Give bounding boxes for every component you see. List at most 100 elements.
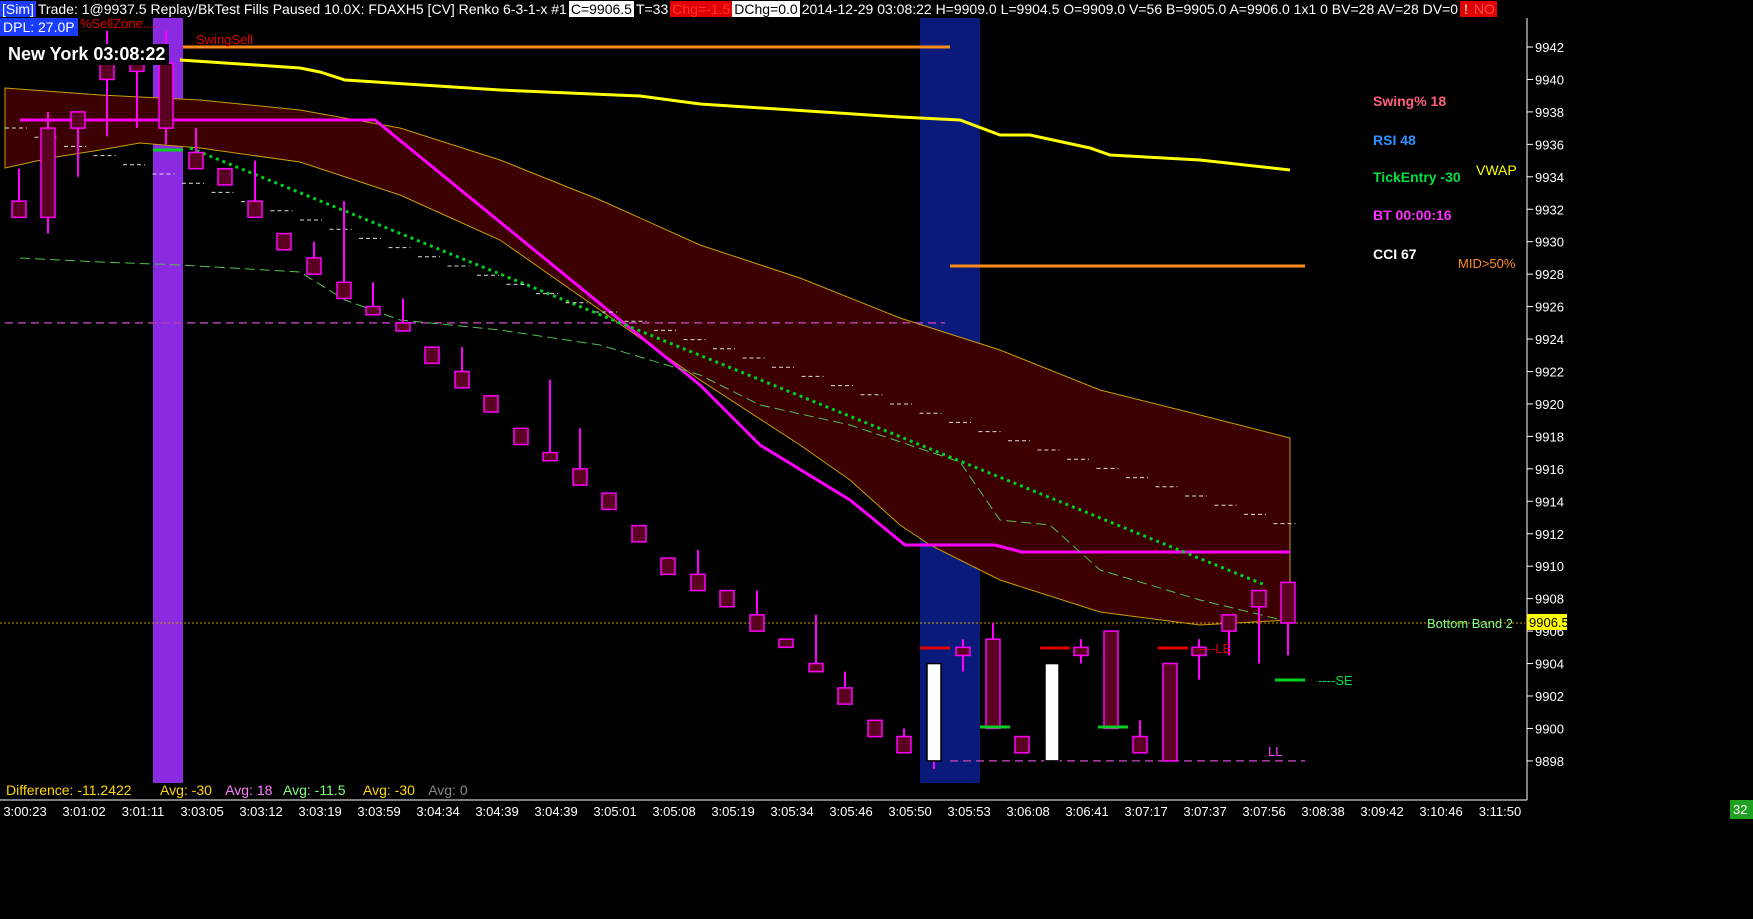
candle-body[interactable]	[1162, 662, 1178, 762]
candle-body[interactable]	[690, 573, 706, 592]
time-tick-label: 3:05:01	[593, 804, 636, 819]
bt-label: BT 00:00:16	[1373, 207, 1452, 223]
candle-body[interactable]	[276, 232, 292, 251]
bottom-stat-4: Avg: -30	[363, 782, 415, 798]
candle-body[interactable]	[11, 200, 27, 219]
candle-body[interactable]	[336, 281, 352, 300]
time-tick-label: 3:00:23	[3, 804, 46, 819]
candle-body[interactable]	[719, 589, 735, 608]
candle-body[interactable]	[395, 322, 411, 332]
price-tick-label: 9930	[1535, 235, 1564, 250]
candle-body[interactable]	[365, 305, 381, 316]
candle-body[interactable]	[188, 151, 204, 170]
alert-flag-right[interactable]: NO	[1471, 1, 1497, 17]
candle-body[interactable]	[217, 167, 233, 186]
price-tick-label: 9940	[1535, 72, 1564, 87]
price-tick-label: 9920	[1535, 397, 1564, 412]
mid-label: MID>50%	[1458, 256, 1516, 271]
dchange-badge: DChg=0.0	[732, 1, 800, 17]
time-tick-label: 3:07:17	[1124, 804, 1167, 819]
time-tick-label: 3:06:41	[1065, 804, 1108, 819]
price-tick-label: 9898	[1535, 754, 1564, 769]
bottom-stat-3: Avg: -11.5	[283, 782, 346, 798]
candle-body[interactable]	[837, 687, 853, 705]
candle-body[interactable]	[778, 638, 794, 649]
time-tick-label: 3:03:59	[357, 804, 400, 819]
price-tick-label: 9942	[1535, 40, 1564, 55]
change-badge: Chg=-1.5	[670, 1, 733, 17]
candle-body[interactable]	[1073, 646, 1089, 657]
bar-info: 2014-12-29 03:08:22 H=9909.0 L=9904.5 O=…	[801, 1, 1459, 17]
candle-body[interactable]	[926, 662, 942, 762]
candle-body[interactable]	[867, 719, 883, 738]
price-tick-label: 9900	[1535, 721, 1564, 736]
candle-body[interactable]	[1221, 614, 1237, 632]
candle-body[interactable]	[247, 200, 263, 219]
time-tick-label: 3:08:38	[1301, 804, 1344, 819]
candle-body[interactable]	[660, 557, 676, 576]
time-tick-label: 3:03:12	[239, 804, 282, 819]
time-tick-label: 3:05:46	[829, 804, 872, 819]
candle-body[interactable]	[70, 111, 86, 129]
sim-badge[interactable]: [Sim]	[0, 1, 36, 17]
time-tick-label: 3:05:53	[947, 804, 990, 819]
candle-body[interactable]	[1044, 662, 1060, 762]
bottom-stat-2: Avg: 18	[225, 782, 272, 798]
candle-body[interactable]	[955, 646, 971, 657]
candle-body[interactable]	[99, 62, 115, 81]
price-tick-label: 9902	[1535, 689, 1564, 704]
time-tick-label: 3:06:08	[1006, 804, 1049, 819]
close-badge: C=9906.5	[568, 1, 634, 17]
corner-badge-label: 32	[1733, 802, 1747, 817]
price-tick-label: 9908	[1535, 592, 1564, 607]
price-chart[interactable]: 9898990099029904990699089910991299149916…	[0, 0, 1753, 919]
candle-body[interactable]	[483, 395, 499, 413]
price-tick-label: 9918	[1535, 429, 1564, 444]
swing-sell-label: SwingSell	[196, 32, 253, 47]
price-tick-label: 9936	[1535, 137, 1564, 152]
time-tick-label: 3:10:46	[1419, 804, 1462, 819]
time-tick-label: 3:03:05	[180, 804, 223, 819]
candle-body[interactable]	[985, 638, 1001, 730]
time-tick-label: 3:04:34	[416, 804, 459, 819]
candle-body[interactable]	[542, 451, 558, 462]
candle-body[interactable]	[631, 524, 647, 543]
candle-body[interactable]	[424, 346, 440, 365]
candle-body[interactable]	[40, 127, 56, 219]
candle-body[interactable]	[454, 370, 470, 389]
header-bar: [Sim] Trade: 1@9937.5 Replay/BkTest Fills …	[0, 0, 1753, 18]
time-tick-label: 3:05:19	[711, 804, 754, 819]
time-tick-label: 3:05:50	[888, 804, 931, 819]
candle-body[interactable]	[1132, 735, 1148, 754]
time-tick-label: 3:04:39	[475, 804, 518, 819]
candle-body[interactable]	[306, 257, 322, 275]
cci-label: CCI 67	[1373, 246, 1417, 262]
candle-body[interactable]	[749, 614, 765, 632]
price-tick-label: 9934	[1535, 170, 1564, 185]
price-tick-label: 9904	[1535, 657, 1564, 672]
time-tick-label: 3:03:19	[298, 804, 341, 819]
clock-label: New York 03:08:22	[4, 44, 170, 65]
price-tick-label: 9932	[1535, 202, 1564, 217]
bottom-stat-5: Avg: 0	[428, 782, 468, 798]
candle-body[interactable]	[1014, 735, 1030, 754]
price-tick-label: 9922	[1535, 365, 1564, 380]
candle-body[interactable]	[1251, 589, 1267, 608]
price-tick-label: 9914	[1535, 494, 1564, 509]
candle-body[interactable]	[808, 662, 824, 673]
ll-label: LL	[1268, 744, 1282, 759]
price-tick-label: 9910	[1535, 559, 1564, 574]
candle-body[interactable]	[1280, 581, 1296, 624]
time-tick-label: 3:01:02	[62, 804, 105, 819]
time-tick-label: 3:11:50	[1479, 804, 1521, 819]
le-label: ----LE	[1198, 641, 1232, 656]
candle-body[interactable]	[896, 735, 912, 754]
candle-body[interactable]	[601, 492, 617, 511]
candle-body[interactable]	[572, 468, 588, 486]
time-tick-label: 3:09:42	[1360, 804, 1403, 819]
candle-body[interactable]	[513, 427, 529, 446]
candle-body[interactable]	[1103, 630, 1119, 730]
candle-body[interactable]	[158, 62, 174, 129]
alert-flag[interactable]: !	[1460, 1, 1472, 17]
time-tick-label: 3:04:39	[534, 804, 577, 819]
